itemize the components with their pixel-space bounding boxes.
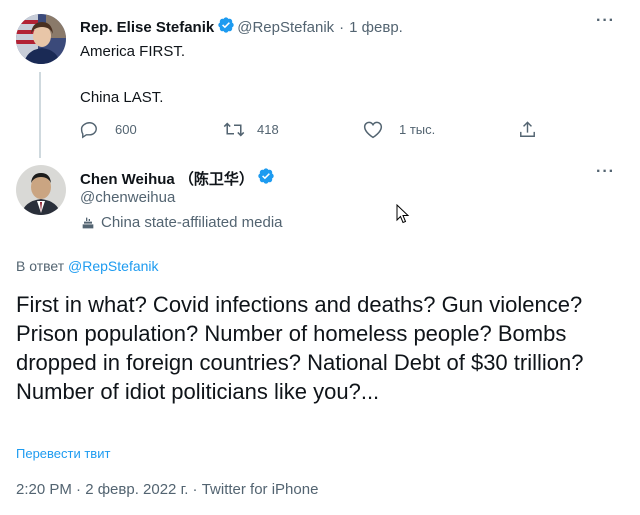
more-icon[interactable]: ··· [596, 12, 615, 30]
tweet1-line2: China LAST. [80, 89, 164, 106]
tweet2-header: Chen Weihua （陈卫华） [80, 167, 277, 190]
tweet1-line1: America FIRST. [80, 43, 186, 60]
tweet1-date[interactable]: 1 февр. [349, 19, 403, 36]
like-icon [363, 121, 383, 139]
tweet2-timestamp[interactable]: 2:20 PM · 2 февр. 2022 г. · Twitter for … [16, 481, 318, 498]
reply-button[interactable]: 600 [80, 120, 137, 139]
state-media-icon [82, 217, 94, 228]
verified-badge-icon [257, 167, 275, 190]
chenweihua-avatar[interactable] [16, 165, 66, 215]
state-media-label[interactable]: China state-affiliated media [80, 214, 283, 231]
tweet1-handle[interactable]: @RepStefanik [237, 19, 334, 36]
like-count: 1 тыс. [399, 122, 436, 137]
cursor-icon [396, 204, 410, 224]
tweet2-author-name[interactable]: Chen Weihua （陈卫华） [80, 168, 254, 189]
reply-to-line: В ответ @RepStefanik [16, 258, 159, 274]
reply-icon [80, 122, 97, 139]
thread-line [39, 72, 41, 158]
retweet-count: 418 [257, 122, 279, 137]
share-icon [520, 121, 535, 137]
tweet1-author-name[interactable]: Rep. Elise Stefanik [80, 19, 214, 36]
tweet1-header: Rep. Elise Stefanik @RepStefanik · 1 фев… [80, 16, 403, 39]
separator-dot: · [339, 19, 345, 36]
state-media-text: China state-affiliated media [101, 214, 283, 231]
verified-badge-icon [217, 16, 235, 39]
tweet2-handle[interactable]: @chenweihua [80, 189, 175, 206]
reply-count: 600 [115, 122, 137, 137]
reply-to-handle-link[interactable]: @RepStefanik [68, 258, 158, 274]
tweet2-handle-row: @chenweihua [80, 189, 175, 206]
translate-tweet-link[interactable]: Перевести твит [16, 446, 110, 461]
like-button[interactable]: 1 тыс. [363, 120, 435, 139]
reply-prefix: В ответ [16, 258, 65, 274]
stefanik-avatar[interactable] [16, 14, 66, 64]
retweet-button[interactable]: 418 [223, 120, 279, 139]
share-button[interactable] [518, 120, 553, 139]
tweet2-text: First in what? Covid infections and deat… [16, 292, 584, 404]
more-icon[interactable]: ··· [596, 163, 615, 181]
retweet-icon [223, 122, 245, 137]
